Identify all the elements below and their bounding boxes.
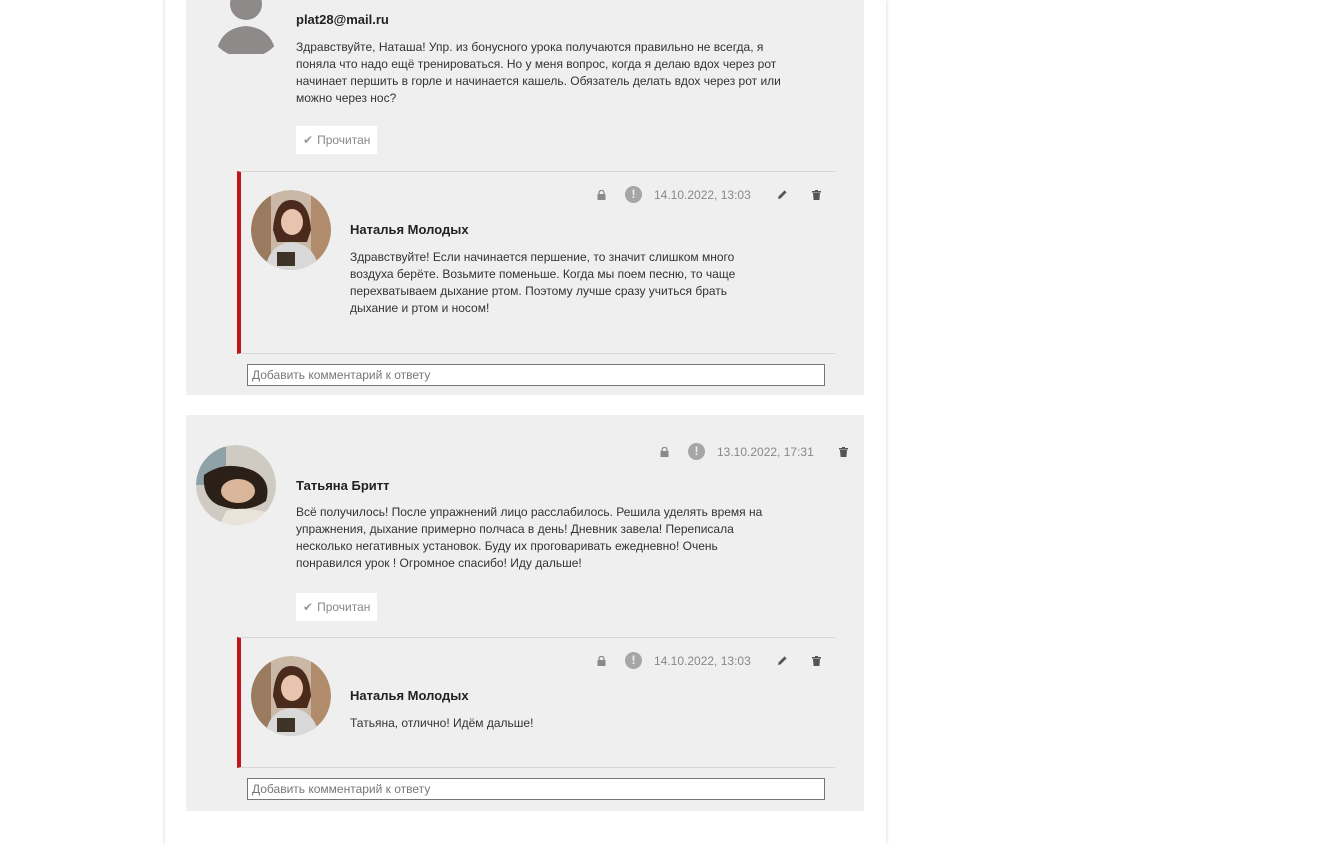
reply-author: Наталья Молодых bbox=[350, 222, 469, 237]
comment-date: 13.10.2022, 17:31 bbox=[717, 444, 814, 459]
pencil-icon[interactable] bbox=[777, 655, 789, 667]
reply-text: Татьяна, отлично! Идём дальше! bbox=[350, 716, 534, 730]
divider bbox=[186, 811, 857, 831]
comment-text: Всё получилось! После упражнений лицо ра… bbox=[296, 505, 763, 570]
exclamation-icon[interactable]: ! bbox=[625, 186, 642, 203]
comment-meta: ! 13.10.2022, 17:31 bbox=[658, 443, 850, 460]
reply-text: Здравствуйте! Если начинается першение, … bbox=[350, 250, 736, 315]
comment-card: plat28@mail.ru Здравствуйте, Наташа! Упр… bbox=[186, 0, 864, 395]
reply-card: ! 14.10.2022, 13:03 Наталья Молодых Тать… bbox=[237, 637, 835, 768]
read-status-button[interactable]: ✔ Прочитан bbox=[296, 593, 378, 621]
reply-meta: ! 14.10.2022, 13:03 bbox=[595, 652, 823, 669]
avatar bbox=[196, 445, 276, 525]
trash-icon[interactable] bbox=[811, 655, 823, 667]
read-status-button[interactable]: ✔ Прочитан bbox=[296, 126, 378, 154]
comment-author: Татьяна Бритт bbox=[296, 478, 390, 493]
exclamation-icon[interactable]: ! bbox=[625, 652, 642, 669]
reply-card: ! 14.10.2022, 13:03 Наталья Молодых Здра… bbox=[237, 171, 835, 354]
default-avatar-icon bbox=[206, 0, 286, 58]
divider bbox=[186, 395, 857, 415]
avatar bbox=[251, 190, 331, 270]
lock-icon[interactable] bbox=[595, 655, 607, 667]
trash-icon[interactable] bbox=[811, 189, 823, 201]
comment-card: ! 13.10.2022, 17:31 Татьяна Бритт Всё по… bbox=[186, 415, 864, 811]
trash-icon[interactable] bbox=[838, 446, 850, 458]
content-column: plat28@mail.ru Здравствуйте, Наташа! Упр… bbox=[165, 0, 886, 844]
check-icon: ✔ bbox=[303, 133, 314, 147]
exclamation-icon[interactable]: ! bbox=[688, 443, 705, 460]
check-icon: ✔ bbox=[303, 600, 314, 614]
comment-author: plat28@mail.ru bbox=[296, 12, 389, 27]
reply-author: Наталья Молодых bbox=[350, 688, 469, 703]
reply-comment-input[interactable] bbox=[247, 778, 825, 800]
comment-text: Здравствуйте, Наташа! Упр. из бонусного … bbox=[296, 40, 781, 105]
reply-comment-input[interactable] bbox=[247, 364, 825, 386]
lock-icon[interactable] bbox=[595, 189, 607, 201]
lock-icon[interactable] bbox=[658, 446, 670, 458]
read-status-label: Прочитан bbox=[317, 600, 371, 614]
reply-date: 14.10.2022, 13:03 bbox=[654, 187, 751, 202]
reply-meta: ! 14.10.2022, 13:03 bbox=[595, 186, 823, 203]
avatar bbox=[251, 656, 331, 736]
pencil-icon[interactable] bbox=[777, 189, 789, 201]
reply-date: 14.10.2022, 13:03 bbox=[654, 653, 751, 668]
read-status-label: Прочитан bbox=[317, 133, 371, 147]
